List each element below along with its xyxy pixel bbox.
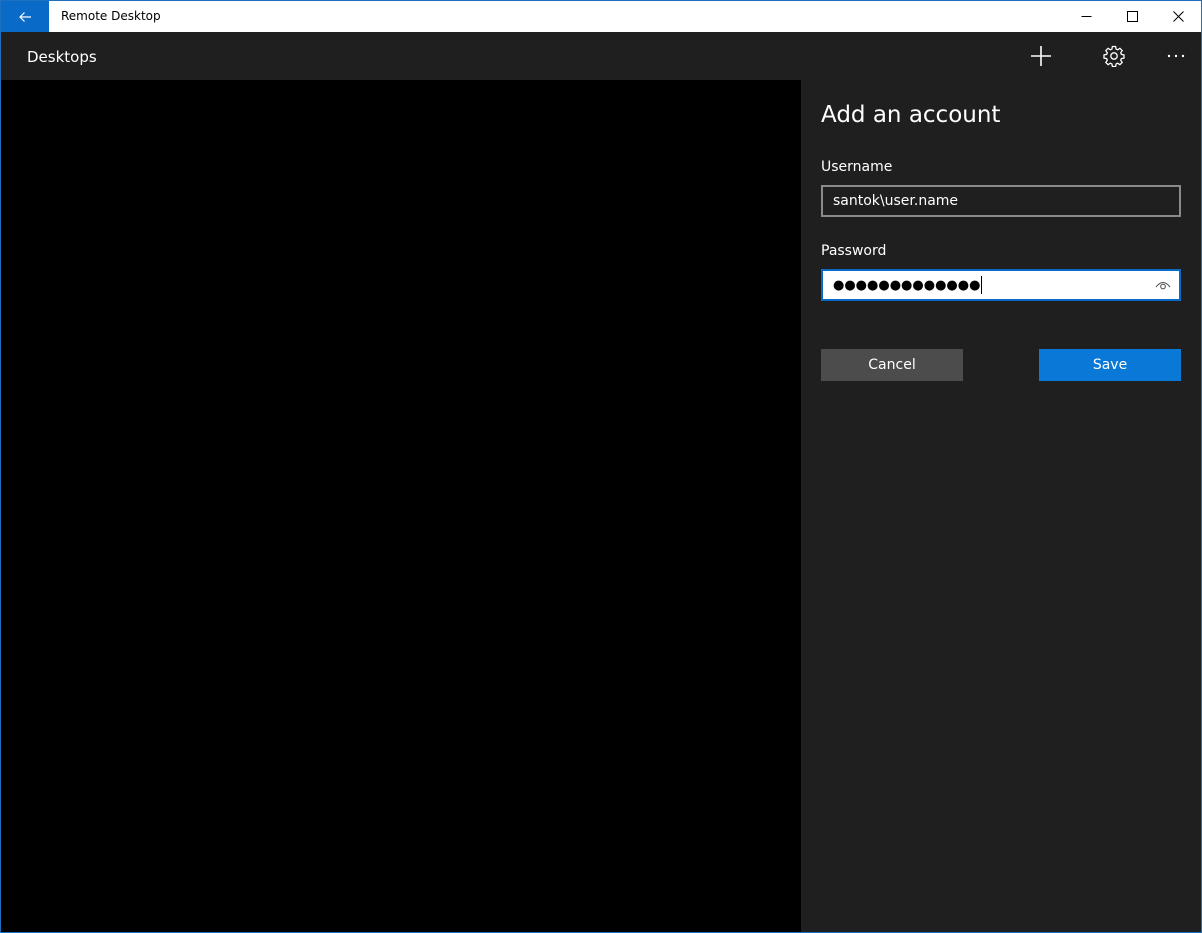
- password-label: Password: [821, 243, 887, 259]
- eye-icon: [1155, 281, 1171, 290]
- password-field[interactable]: ●●●●●●●●●●●●●: [821, 269, 1181, 301]
- username-field[interactable]: santok\user.name: [821, 185, 1181, 217]
- app-title: Remote Desktop: [61, 9, 161, 23]
- add-button[interactable]: [1017, 32, 1065, 80]
- password-mask: ●●●●●●●●●●●●●: [833, 277, 981, 293]
- page-title: Desktops: [27, 48, 97, 66]
- save-button[interactable]: Save: [1039, 349, 1181, 381]
- app-header: Desktops: [1, 32, 1201, 80]
- app-window: Remote Desktop Desktops Add an account U…: [0, 0, 1202, 933]
- more-button[interactable]: [1152, 32, 1200, 80]
- add-account-panel: Add an account Username santok\user.name…: [801, 80, 1201, 932]
- close-icon: [1172, 11, 1184, 22]
- gear-icon: [1103, 45, 1125, 67]
- settings-button[interactable]: [1090, 32, 1138, 80]
- cancel-button[interactable]: Cancel: [821, 349, 963, 381]
- more-icon: [1167, 54, 1185, 58]
- maximize-button[interactable]: [1109, 1, 1155, 32]
- maximize-icon: [1126, 11, 1138, 22]
- minimize-button[interactable]: [1063, 1, 1109, 32]
- text-caret: [981, 276, 983, 294]
- reveal-password-button[interactable]: [1151, 275, 1175, 295]
- plus-icon: [1031, 46, 1051, 66]
- back-button[interactable]: [1, 1, 49, 32]
- panel-title: Add an account: [821, 102, 1001, 128]
- username-label: Username: [821, 159, 893, 175]
- desktops-list-area: [1, 80, 801, 932]
- close-button[interactable]: [1155, 1, 1201, 32]
- minimize-icon: [1081, 16, 1091, 17]
- back-arrow-icon: [19, 11, 31, 22]
- title-bar: Remote Desktop: [1, 1, 1201, 32]
- username-value: santok\user.name: [833, 193, 959, 209]
